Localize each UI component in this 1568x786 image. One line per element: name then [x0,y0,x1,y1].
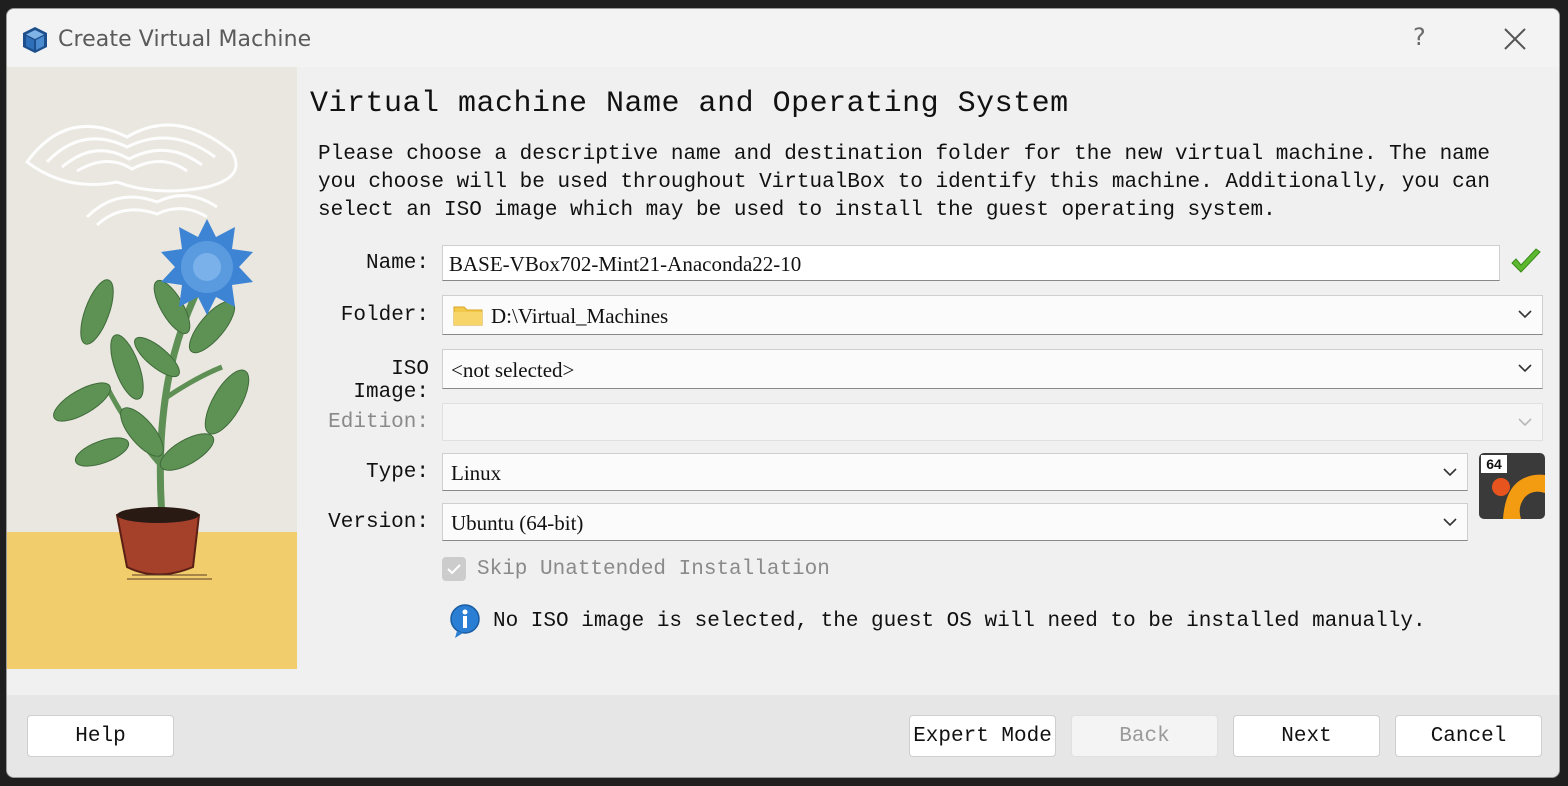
iso-image-label: ISO Image: [353,358,429,404]
skip-unattended-checkbox [442,557,466,581]
info-message: No ISO image is selected, the guest OS w… [493,610,1426,633]
version-label: Version: [328,511,429,534]
chevron-down-icon [1518,418,1532,427]
version-value: Ubuntu (64-bit) [451,511,584,535]
folder-label: Folder: [340,304,429,327]
page-description: Please choose a descriptive name and des… [318,143,1490,222]
edition-combo [442,403,1543,441]
type-combo[interactable]: Linux [442,453,1468,491]
title-bar: Create Virtual Machine ? [7,9,1559,67]
checkmark-valid-icon [1511,248,1541,273]
flower-pot-illustration [7,67,297,669]
ubuntu-os-icon: 64 [1479,453,1545,519]
version-combo[interactable]: Ubuntu (64-bit) [442,503,1468,541]
os-badge-text: 64 [1486,456,1502,472]
back-button[interactable]: Back [1071,715,1218,757]
folder-combo[interactable]: D:\Virtual_Machines [442,295,1543,335]
chevron-down-icon [1443,518,1457,527]
name-input-value: BASE-VBox702-Mint21-Anaconda22-10 [449,252,802,276]
info-icon [450,604,480,638]
close-icon[interactable] [1501,25,1529,53]
help-title-button[interactable]: ? [1413,23,1426,51]
type-label: Type: [365,461,429,484]
iso-image-value: <not selected> [451,358,575,382]
page-heading: Virtual machine Name and Operating Syste… [310,87,1069,121]
type-value: Linux [451,461,502,485]
expert-mode-button[interactable]: Expert Mode [909,715,1056,757]
chevron-down-icon [1443,468,1457,477]
wizard-illustration [7,67,297,669]
help-button[interactable]: Help [27,715,174,757]
create-vm-dialog: Create Virtual Machine ? Virtual machine… [6,8,1560,778]
check-icon [447,564,461,575]
chevron-down-icon [1518,364,1532,373]
name-input[interactable]: BASE-VBox702-Mint21-Anaconda22-10 [442,245,1500,281]
window-title: Create Virtual Machine [58,27,312,52]
skip-unattended-label: Skip Unattended Installation [477,558,830,581]
folder-value: D:\Virtual_Machines [491,304,669,328]
next-button[interactable]: Next [1233,715,1380,757]
name-label: Name: [365,252,429,275]
chevron-down-icon [1518,310,1532,319]
virtualbox-icon [23,27,47,53]
iso-image-combo[interactable]: <not selected> [442,349,1543,389]
cancel-button[interactable]: Cancel [1395,715,1542,757]
edition-label: Edition: [328,411,429,434]
folder-icon [453,306,483,326]
